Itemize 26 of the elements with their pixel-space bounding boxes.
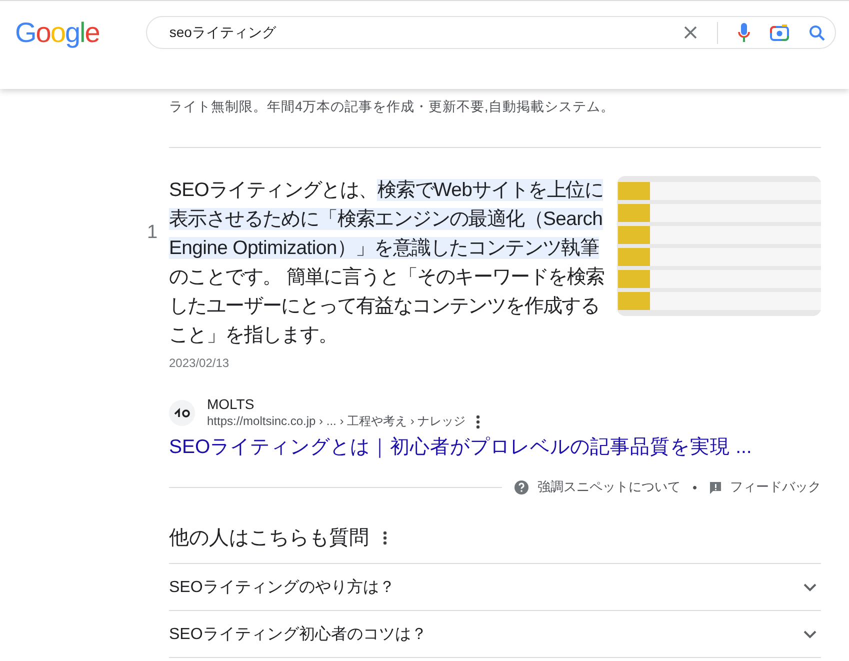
breadcrumb-url: https://moltsinc.co.jp › ... › 工程や考え › ナレッジ xyxy=(207,413,466,430)
about-snippet-link[interactable]: 強調スニペットについて xyxy=(537,478,680,496)
question-row[interactable]: SEOライティングのやり方は？ xyxy=(169,564,821,611)
feedback-icon[interactable] xyxy=(709,480,722,494)
result-number: 1 xyxy=(147,222,158,244)
step-chart-thumbnail[interactable] xyxy=(617,176,821,316)
microphone-icon[interactable] xyxy=(738,23,750,42)
search-bar[interactable]: seoライティング xyxy=(146,16,836,49)
section-heading: 他の人はこちらも質問 xyxy=(169,526,369,551)
more-icon[interactable] xyxy=(383,530,387,544)
result-title-link[interactable]: SEOライティングとは｜初心者がプロレベルの記事品質を実現 ... xyxy=(169,433,752,460)
camera-icon[interactable] xyxy=(770,24,790,41)
ad-description: ライト無制限。年間4万本の記事を作成・更新不要,自動掲載システム。 xyxy=(169,98,616,116)
site-name: MOLTS xyxy=(207,395,256,413)
google-logo[interactable]: Google xyxy=(15,16,100,48)
site-favicon[interactable] xyxy=(169,400,195,426)
search-icon[interactable] xyxy=(809,24,826,40)
search-input[interactable]: seoライティング xyxy=(167,24,684,42)
separator-dot: • xyxy=(692,480,697,494)
feedback-link[interactable]: フィードバック xyxy=(730,478,821,496)
result-date: 2023/02/13 xyxy=(169,356,230,370)
close-icon[interactable] xyxy=(684,26,698,39)
snippet-text: SEOライティングとは、検索でWebサイトを上位に表示させるために「検索エンジンの最適化（Search Engine Optimization）」を意識したコンテンツ執筆 のことです。 簡単に言うと「そのキーワードを検索したユーザーにとって有益なコンテンツを作成すること」を指します。 xyxy=(169,178,605,348)
help-icon[interactable] xyxy=(514,480,530,494)
more-icon[interactable] xyxy=(476,414,480,428)
question-row[interactable]: SEOライティング初心者のコツは？ xyxy=(169,611,821,658)
